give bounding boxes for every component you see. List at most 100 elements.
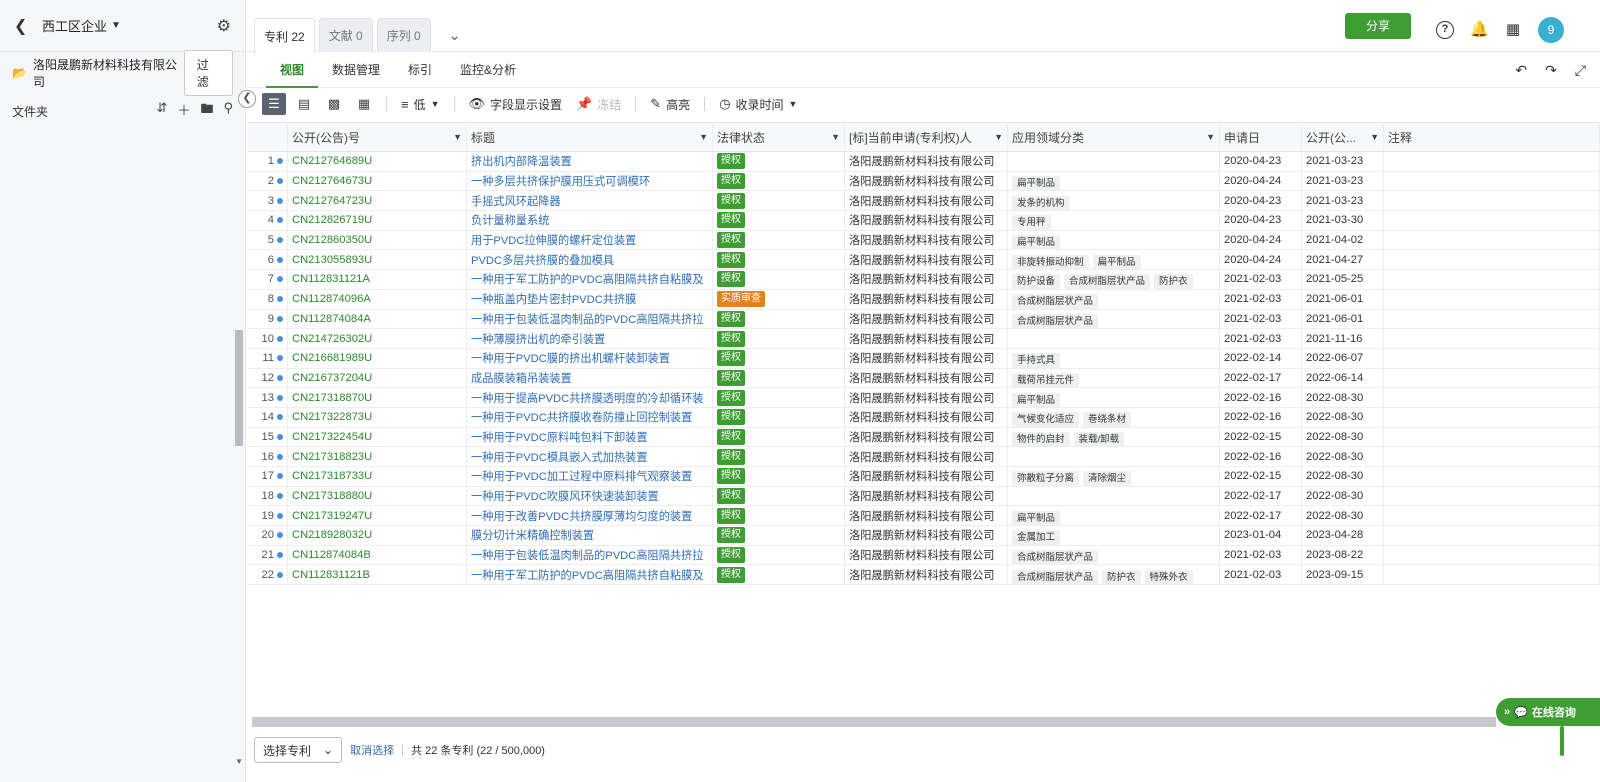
table-row[interactable]: 20 CN218928032U 膜分切计米精确控制装置 授权 洛阳晟鹏新材料科技有限公司… xyxy=(248,526,1600,546)
field-tag[interactable]: 合成树脂层状产品 xyxy=(1012,550,1099,565)
caret-down-icon[interactable]: ▼ xyxy=(1206,132,1215,142)
scroll-down-icon[interactable]: ▼ xyxy=(235,757,243,766)
field-tag[interactable]: 弥散粒子分离 xyxy=(1012,471,1080,486)
sidebar-scrollbar[interactable] xyxy=(235,330,243,446)
patent-title-link[interactable]: 一种用于包装低温肉制品的PVDC高阻隔共挤拉 xyxy=(467,309,713,329)
table-row[interactable]: 8 CN112874096A 一种瓶盖内垫片密封PVDC共挤膜 实质审查 洛阳晟鹏新材料… xyxy=(248,289,1600,310)
notes-cell[interactable] xyxy=(1384,388,1600,407)
field-tag[interactable]: 扁平制品 xyxy=(1012,235,1061,250)
field-tag[interactable]: 特殊外衣 xyxy=(1144,569,1193,585)
avatar[interactable]: 9 xyxy=(1538,17,1564,43)
notes-cell[interactable] xyxy=(1384,211,1600,230)
patent-title-link[interactable]: 一种用于改善PVDC共挤膜厚薄均匀度的装置 xyxy=(467,506,713,526)
publication-number-link[interactable]: CN214726302U xyxy=(288,329,467,348)
notes-cell[interactable] xyxy=(1384,289,1600,309)
publication-number-link[interactable]: CN212860350U xyxy=(288,230,467,250)
patent-title-link[interactable]: 成品膜装箱吊装装置 xyxy=(467,368,713,388)
company-row[interactable]: 📂 洛阳晟鹏新材料科技有限公司 过滤 xyxy=(0,50,245,96)
publication-number-link[interactable]: CN217322454U xyxy=(288,427,467,447)
caret-down-icon[interactable]: ▼ xyxy=(699,132,708,142)
field-tag[interactable]: 扁平制品 xyxy=(1092,254,1141,270)
publication-number-link[interactable]: CN217318733U xyxy=(288,467,467,486)
publication-number-link[interactable]: CN212826719U xyxy=(288,211,467,230)
notes-cell[interactable] xyxy=(1384,270,1600,289)
card-view-icon[interactable]: ▦ xyxy=(352,93,376,115)
add-icon[interactable]: ＋ xyxy=(177,100,190,122)
add-folder-icon[interactable]: 🖿 xyxy=(200,100,213,122)
caret-down-icon[interactable]: ▼ xyxy=(111,20,121,31)
subnav-indexing[interactable]: 标引 xyxy=(394,52,446,88)
header-application-field[interactable]: 应用领域分类 ▼ xyxy=(1008,123,1220,151)
notes-cell[interactable] xyxy=(1384,152,1600,171)
table-row[interactable]: 1 CN212764689U 挤出机内部降温装置 授权 洛阳晟鹏新材料科技有限公司 202… xyxy=(248,152,1600,172)
patent-title-link[interactable]: PVDC多层共挤膜的叠加模具 xyxy=(467,250,713,270)
back-icon[interactable]: ❮ xyxy=(14,16,36,36)
publication-number-link[interactable]: CN112831121A xyxy=(288,270,467,289)
header-applicant[interactable]: [标]当前申请(专利权)人 ▼ xyxy=(845,123,1008,151)
field-tag[interactable]: 清除烟尘 xyxy=(1083,471,1132,486)
workspace-title[interactable]: 西工区企业 xyxy=(42,16,107,35)
notes-cell[interactable] xyxy=(1384,171,1600,191)
patent-title-link[interactable]: 挤出机内部降温装置 xyxy=(467,152,713,171)
header-title[interactable]: 标题 ▼ xyxy=(467,123,713,151)
notes-cell[interactable] xyxy=(1384,506,1600,526)
table-row[interactable]: 18 CN217318880U 一种用于PVDC吹膜风环快速装卸装置 授权 洛阳晟鹏新材… xyxy=(248,486,1600,507)
header-legal-status[interactable]: 法律状态 ▼ xyxy=(713,123,845,151)
gear-icon[interactable]: ⚙ xyxy=(217,16,231,36)
patent-title-link[interactable]: 一种用于PVDC模具嵌入式加热装置 xyxy=(467,447,713,466)
table-row[interactable]: 6 CN213055893U PVDC多层共挤膜的叠加模具 授权 洛阳晟鹏新材料科技有限… xyxy=(248,250,1600,271)
notes-cell[interactable] xyxy=(1384,230,1600,250)
field-tag[interactable]: 合成树脂层状产品 xyxy=(1012,313,1099,329)
field-tag[interactable]: 合成树脂层状产品 xyxy=(1064,274,1151,289)
freeze-button[interactable]: 📌 冻结 xyxy=(572,96,625,113)
publication-number-link[interactable]: CN217318880U xyxy=(288,486,467,506)
field-tag[interactable]: 合成树脂层状产品 xyxy=(1012,294,1099,309)
publication-number-link[interactable]: CN112831121B xyxy=(288,565,467,585)
bell-icon[interactable]: 🔔 xyxy=(1470,21,1489,39)
table-row[interactable]: 12 CN216737204U 成品膜装箱吊装装置 授权 洛阳晟鹏新材料科技有限公司 载荷… xyxy=(248,368,1600,389)
field-tag[interactable]: 扁平制品 xyxy=(1012,176,1061,191)
patent-title-link[interactable]: 负计量称量系统 xyxy=(467,211,713,230)
subnav-data-management[interactable]: 数据管理 xyxy=(318,52,394,88)
filter-button[interactable]: 过滤 xyxy=(183,50,233,96)
fullscreen-icon[interactable]: ⤢ xyxy=(1575,62,1586,79)
patent-title-link[interactable]: 一种薄膜挤出机的牵引装置 xyxy=(467,329,713,348)
publication-number-link[interactable]: CN216737204U xyxy=(288,368,467,388)
table-row[interactable]: 17 CN217318733U 一种用于PVDC加工过程中原料排气观察装置 授权 洛阳晟… xyxy=(248,467,1600,487)
table-row[interactable]: 15 CN217322454U 一种用于PVDC原料吨包料下卸装置 授权 洛阳晟鹏新材料… xyxy=(248,427,1600,448)
search-icon[interactable]: ⚲ xyxy=(223,100,233,122)
field-tag[interactable]: 专用秤 xyxy=(1012,215,1051,230)
publication-number-link[interactable]: CN212764673U xyxy=(288,171,467,191)
chevron-down-icon[interactable]: ⌄ xyxy=(449,27,461,44)
publication-number-link[interactable]: CN217319247U xyxy=(288,506,467,526)
table-row[interactable]: 19 CN217319247U 一种用于改善PVDC共挤膜厚薄均匀度的装置 授权 洛阳晟… xyxy=(248,506,1600,527)
publication-number-link[interactable]: CN218928032U xyxy=(288,526,467,545)
field-display-settings-button[interactable]: 👁 字段显示设置 xyxy=(465,96,567,113)
publication-number-link[interactable]: CN217322873U xyxy=(288,407,467,427)
density-select[interactable]: ≡ 低 ▼ xyxy=(397,96,444,113)
field-tag[interactable]: 手持式具 xyxy=(1012,353,1061,368)
select-patents-dropdown[interactable]: 选择专利 ⌄ xyxy=(254,737,343,763)
patent-title-link[interactable]: 一种用于PVDC膜的挤出机螺杆装卸装置 xyxy=(467,348,713,368)
table-row[interactable]: 7 CN112831121A 一种用于军工防护的PVDC高阻隔共挤自粘膜及 授权 洛阳晟… xyxy=(248,270,1600,290)
field-tag[interactable]: 非旋转振动抑制 xyxy=(1012,254,1089,270)
patent-title-link[interactable]: 一种用于提高PVDC共挤膜透明度的冷却循环装 xyxy=(467,388,713,407)
publication-number-link[interactable]: CN112874084B xyxy=(288,545,467,565)
table-row[interactable]: 22 CN112831121B 一种用于军工防护的PVDC高阻隔共挤自粘膜及 授权 洛阳… xyxy=(248,565,1600,586)
table-row[interactable]: 3 CN212764723U 手摇式风环起降器 授权 洛阳晟鹏新材料科技有限公司 发条的机… xyxy=(248,191,1600,212)
field-tag[interactable]: 发条的机构 xyxy=(1012,195,1070,211)
apps-grid-icon[interactable]: ▦ xyxy=(1504,21,1522,39)
caret-down-icon[interactable]: ▼ xyxy=(1370,132,1379,142)
notes-cell[interactable] xyxy=(1384,486,1600,506)
notes-cell[interactable] xyxy=(1384,309,1600,329)
publication-number-link[interactable]: CN212764723U xyxy=(288,191,467,211)
notes-cell[interactable] xyxy=(1384,368,1600,388)
field-tag[interactable]: 金属加工 xyxy=(1012,530,1061,545)
table-row[interactable]: 2 CN212764673U 一种多层共挤保护膜用压式可调模环 授权 洛阳晟鹏新材料科技… xyxy=(248,171,1600,192)
online-consult-button[interactable]: » 💬 在线咨询 xyxy=(1496,698,1600,726)
header-notes[interactable]: 注释 xyxy=(1384,123,1600,151)
patent-title-link[interactable]: 一种用于军工防护的PVDC高阻隔共挤自粘膜及 xyxy=(467,270,713,289)
notes-cell[interactable] xyxy=(1384,191,1600,211)
sort-select[interactable]: ◷ 收录时间 ▼ xyxy=(715,96,801,113)
share-button[interactable]: 分享 xyxy=(1345,13,1411,39)
